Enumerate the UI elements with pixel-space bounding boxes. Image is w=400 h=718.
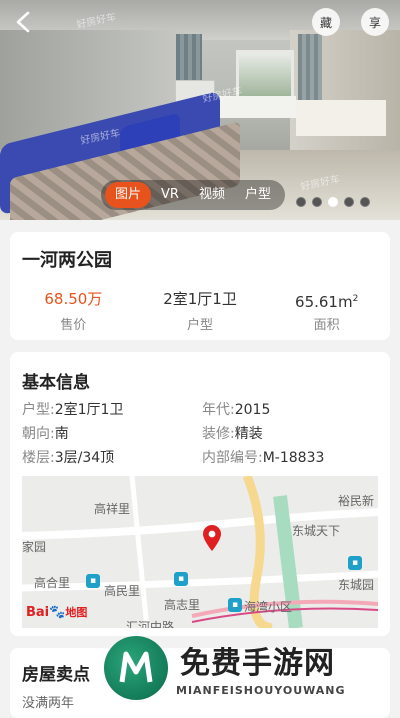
summary-card: 一河两公园 68.50万 售价 2室1厅1卫 户型 65.61m2 面积 [10, 232, 390, 340]
tab-photos[interactable]: 图片 [105, 182, 152, 208]
site-logo-icon [119, 651, 153, 683]
map-label: 东城天下 [292, 524, 341, 538]
map-label: 高祥里 [94, 502, 131, 516]
map-label: 裕民新 [338, 494, 375, 508]
info-value: 3层/34顶 [54, 450, 115, 466]
layout-value: 2室1厅1卫 [163, 290, 237, 308]
area-label: 面积 [313, 318, 340, 333]
map-label: 东城园 [338, 578, 375, 592]
carousel-dot[interactable] [312, 197, 322, 207]
key-stats: 68.50万 售价 2室1厅1卫 户型 65.61m2 面积 [10, 288, 390, 333]
info-item: 内部编号:M-18833 [202, 446, 382, 470]
area-stat: 65.61m2 面积 [263, 288, 390, 333]
map-label: 高民里 [104, 584, 141, 598]
carousel-dot[interactable] [328, 197, 338, 207]
media-tabs: 图片 VR 视频 户型 [101, 180, 285, 210]
banner-subtitle: MIANFEISHOUYOUWANG [176, 684, 346, 697]
map-label: 家园 [22, 540, 47, 554]
map-label: 汇河中路 [126, 620, 175, 628]
map-logo: Bai🐾地图 [26, 604, 87, 620]
site-logo [104, 636, 168, 700]
area-unit: 2 [352, 294, 359, 304]
carousel-dot[interactable] [360, 197, 370, 207]
map-label: 高合里 [34, 576, 71, 590]
poi-icon: ▪ [348, 556, 362, 570]
info-value: 2015 [234, 402, 271, 418]
info-item: 户型:2室1厅1卫 [22, 398, 202, 422]
info-row: 户型:2室1厅1卫 年代:2015 [22, 398, 382, 422]
section-title: 房屋卖点 [22, 665, 90, 685]
carousel-dot[interactable] [344, 197, 354, 207]
tab-floorplan[interactable]: 户型 [235, 182, 281, 208]
poi-icon: ▪ [174, 572, 188, 586]
info-row: 楼层:3层/34顶 内部编号:M-18833 [22, 446, 382, 470]
price-value: 68.50万 [44, 290, 103, 308]
map-label: 海湾小区 [244, 600, 293, 614]
info-key: 内部编号: [202, 450, 263, 466]
chevron-left-icon [16, 11, 30, 33]
info-value: 2室1厅1卫 [54, 402, 124, 418]
area-value: 65.61m2 [263, 288, 390, 311]
carousel-dots [296, 197, 370, 207]
basic-info-card: 基本信息 户型:2室1厅1卫 年代:2015 朝向:南 装修:精装 楼层:3层/… [10, 352, 390, 636]
info-value: 南 [54, 426, 69, 442]
area-number: 65.61m [295, 293, 353, 311]
back-button[interactable] [10, 8, 38, 36]
price-label: 售价 [60, 318, 87, 333]
poi-icon: ▪ [86, 574, 100, 588]
poi-icon: ▪ [228, 598, 242, 612]
info-key: 楼层: [22, 450, 55, 466]
info-key: 朝向: [22, 426, 55, 442]
info-item: 楼层:3层/34顶 [22, 446, 202, 470]
banner-title: 免费手游网 [180, 646, 335, 681]
section-title: 基本信息 [22, 373, 90, 393]
share-button[interactable]: 享 [361, 8, 389, 36]
hero-photo[interactable]: 好房好车 好房好车 好房好车 好房好车 藏 享 图片 VR 视频 户型 [0, 0, 400, 220]
info-value: M-18833 [262, 450, 325, 466]
tab-video[interactable]: 视频 [189, 182, 235, 208]
carousel-dot[interactable] [296, 197, 306, 207]
info-item: 朝向:南 [22, 422, 202, 446]
tab-vr[interactable]: VR [151, 182, 189, 208]
selling-point-item: 没满两年 [22, 696, 75, 711]
location-pin-icon [203, 525, 221, 551]
property-title: 一河两公园 [22, 250, 112, 271]
info-row: 朝向:南 装修:精装 [22, 422, 382, 446]
paw-icon: 🐾 [49, 605, 66, 620]
info-key: 年代: [202, 402, 235, 418]
info-grid: 户型:2室1厅1卫 年代:2015 朝向:南 装修:精装 楼层:3层/34顶 内… [22, 398, 382, 470]
info-key: 装修: [202, 426, 235, 442]
photo-window [236, 50, 294, 100]
price-stat: 68.50万 售价 [10, 288, 137, 333]
info-item: 年代:2015 [202, 398, 382, 422]
map-logo-text: Bai [26, 605, 50, 620]
info-key: 户型: [22, 402, 55, 418]
location-map[interactable]: 高祥里 裕民新 家园 东城天下 高合里 高民里 东城园 高志里 海湾小区 汇河中… [22, 476, 378, 628]
share-label: 享 [368, 15, 381, 30]
info-value: 精装 [234, 426, 263, 442]
map-label: 高志里 [164, 598, 201, 612]
info-item: 装修:精装 [202, 422, 382, 446]
layout-label: 户型 [187, 318, 214, 333]
map-logo-text: 地图 [65, 606, 88, 619]
layout-stat: 2室1厅1卫 户型 [137, 288, 264, 333]
favorite-label: 藏 [319, 15, 332, 30]
photo-desk [296, 100, 386, 136]
favorite-button[interactable]: 藏 [312, 8, 340, 36]
